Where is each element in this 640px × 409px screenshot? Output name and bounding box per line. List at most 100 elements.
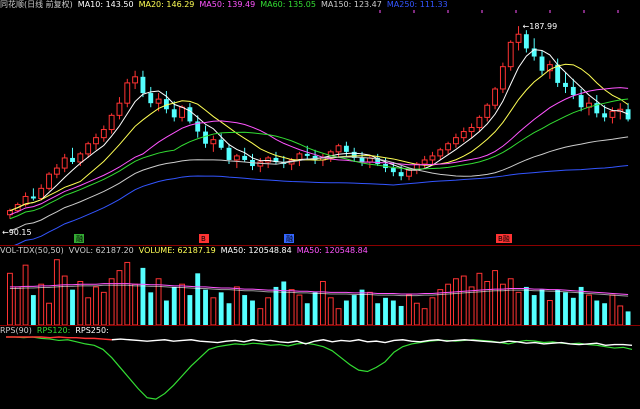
volume-bar <box>366 291 373 326</box>
volume-bar <box>100 291 107 326</box>
volume-bar <box>445 283 452 326</box>
volume-bar <box>265 297 272 326</box>
volume-bar <box>312 292 318 325</box>
marker-label: B <box>201 235 206 243</box>
volume-bar <box>335 308 342 326</box>
candle-body <box>30 196 36 199</box>
volume-bar <box>155 278 162 326</box>
candle-body <box>148 93 154 104</box>
candle-body <box>555 64 561 83</box>
volume-bar <box>429 297 436 326</box>
volume-bar <box>218 292 224 325</box>
volume-bar <box>476 272 483 326</box>
volume-bar <box>343 300 349 325</box>
volume-bar <box>179 283 185 326</box>
volume-bar <box>304 303 310 325</box>
volume-bar <box>210 297 217 326</box>
candle-body <box>140 76 146 94</box>
ma60-line <box>9 98 629 220</box>
volume-bar <box>319 280 326 326</box>
volume-bar <box>602 303 608 325</box>
volume-bar <box>625 311 631 325</box>
candle-body <box>429 155 436 161</box>
volume-bar <box>61 275 68 326</box>
candle-body <box>602 113 608 118</box>
volume-bar <box>77 280 84 326</box>
volume-bar <box>288 289 295 326</box>
candle-body <box>421 159 428 165</box>
volume-bar <box>203 289 208 325</box>
volume-bar <box>539 289 545 325</box>
volume-bar <box>6 272 13 326</box>
volume-bar <box>296 294 303 326</box>
volume-bar <box>586 294 592 326</box>
volume-bar <box>226 303 232 325</box>
candle-body <box>171 109 177 118</box>
volume-bar <box>398 305 404 325</box>
low-price-label: ←90.15 <box>2 228 32 237</box>
marker-label: B融 <box>498 234 510 243</box>
candle-body <box>460 131 467 139</box>
volume-bar <box>70 289 75 325</box>
volume-bar <box>594 300 600 325</box>
candle-body <box>359 157 365 162</box>
volume-bar <box>124 261 131 326</box>
marker-label: 融 <box>286 234 293 243</box>
candle-body <box>453 137 459 145</box>
candle-body <box>108 114 115 131</box>
volume-bar <box>140 267 146 325</box>
ma150-line <box>9 136 629 232</box>
candle-body <box>484 104 491 118</box>
volume-chart[interactable] <box>0 253 640 328</box>
candle-body <box>437 149 444 157</box>
rps-chart[interactable] <box>0 333 640 409</box>
volume-bar <box>555 289 561 325</box>
volume-bar <box>609 294 616 326</box>
volume-bar <box>257 308 264 326</box>
volume-bar <box>617 305 624 326</box>
volume-bar <box>30 295 36 325</box>
candle-body <box>210 139 217 145</box>
candle-body <box>77 153 84 163</box>
ma150-label: MA150: 123.47 <box>320 0 382 9</box>
candle-body <box>304 153 310 156</box>
volume-bar <box>406 294 412 326</box>
candle-body <box>570 86 576 96</box>
volume-bar <box>22 264 29 326</box>
volume-bar <box>14 286 21 326</box>
candle-body <box>390 168 396 173</box>
volume-bar <box>563 292 568 325</box>
price-chart[interactable]: ←187.99←90.15融 B 融 B融 <box>0 10 640 245</box>
volume-bar <box>390 300 396 325</box>
ma50-label: MA50: 139.49 <box>199 0 256 9</box>
volume-bar <box>132 283 139 326</box>
candle-body <box>226 147 232 160</box>
candle-body <box>499 66 506 90</box>
candle-body <box>38 187 45 199</box>
candle-body <box>116 102 123 116</box>
candle-body <box>85 143 92 155</box>
candle-body <box>343 145 349 152</box>
stock-chart-window[interactable]: 同花顺(日线 前复权) MA10: 143.50 MA20: 146.29 MA… <box>0 0 640 409</box>
volume-bar <box>421 308 428 326</box>
ma20-label: MA20: 146.29 <box>138 0 195 9</box>
volume-bar <box>46 302 52 326</box>
candle-body <box>523 34 529 49</box>
volume-bar <box>515 291 522 326</box>
candle-body <box>507 41 514 68</box>
marker-label: 融 <box>76 234 83 243</box>
candle-body <box>257 161 264 167</box>
candle-body <box>335 145 342 153</box>
volume-bar <box>53 259 60 326</box>
volume-bar <box>523 286 529 325</box>
candle-body <box>476 116 483 129</box>
volume-bar <box>383 297 388 325</box>
volume-bar <box>148 292 154 325</box>
volume-bar <box>484 280 491 326</box>
candle-body <box>203 131 208 144</box>
candle-body <box>492 88 498 106</box>
volume-bar <box>413 302 420 326</box>
volume-bar <box>273 286 279 325</box>
volume-bar <box>163 300 169 325</box>
volume-bar <box>187 295 193 325</box>
